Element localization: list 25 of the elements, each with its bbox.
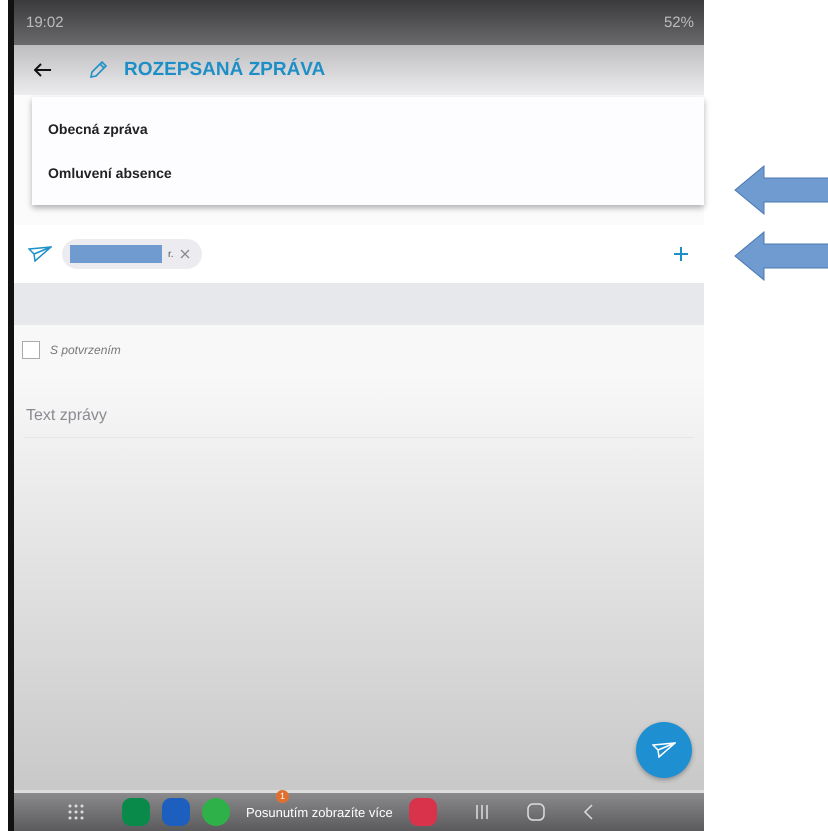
paper-plane-icon xyxy=(652,742,676,758)
message-field[interactable]: Text zprávy xyxy=(24,397,694,438)
paper-plane-icon xyxy=(28,246,52,262)
recipient-chip[interactable]: r. xyxy=(62,239,202,269)
screen-title: ROZEPSANÁ ZPRÁVA xyxy=(124,59,326,81)
checkbox-label: S potvrzením xyxy=(50,343,121,357)
menu-item[interactable]: Omluvení absence xyxy=(32,151,704,195)
home-icon[interactable] xyxy=(526,803,545,821)
recents-icon[interactable] xyxy=(474,804,489,820)
add-icon[interactable] xyxy=(674,247,688,261)
back-icon[interactable] xyxy=(582,804,593,820)
chat-app-icon[interactable] xyxy=(202,798,230,826)
back-arrow-icon[interactable] xyxy=(34,63,52,77)
swipe-hint-text: Posunutím zobrazíte více xyxy=(246,804,393,820)
menu-item[interactable]: Obecná zpráva xyxy=(32,107,704,151)
pointer-arrow-icon xyxy=(734,165,828,215)
pointer-arrow-icon xyxy=(734,231,828,281)
notification-badge: 1 xyxy=(276,790,289,803)
send-button[interactable] xyxy=(636,722,692,778)
battery-text: 52% xyxy=(664,14,694,31)
pencil-icon xyxy=(88,60,108,80)
apps-grid-icon[interactable] xyxy=(68,804,84,820)
checkbox[interactable] xyxy=(22,341,40,359)
clock-text: 19:02 xyxy=(26,14,64,31)
close-icon[interactable] xyxy=(180,249,190,259)
